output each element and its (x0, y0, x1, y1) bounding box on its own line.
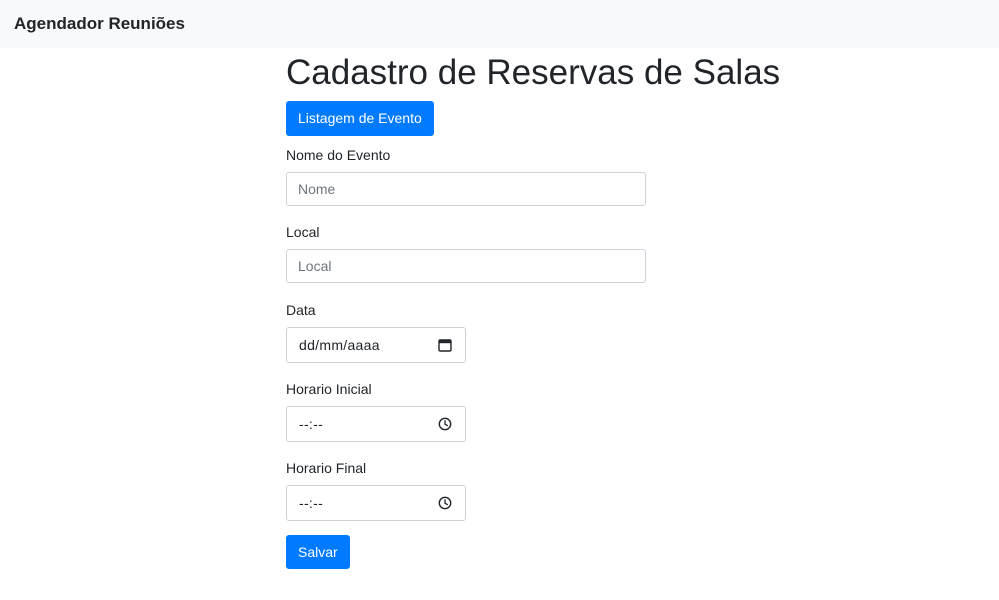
form-actions: Salvar (286, 535, 786, 569)
location-label: Local (286, 224, 320, 240)
save-button[interactable]: Salvar (286, 535, 350, 569)
event-name-group: Nome do Evento (286, 146, 786, 206)
page-title: Cadastro de Reservas de Salas (286, 53, 781, 92)
date-label: Data (286, 302, 316, 318)
navbar: Agendador Reuniões (0, 0, 999, 48)
event-list-button[interactable]: Listagem de Evento (286, 101, 434, 136)
end-time-input[interactable]: --:-- (286, 485, 466, 521)
event-name-label: Nome do Evento (286, 147, 391, 163)
navbar-brand[interactable]: Agendador Reuniões (14, 14, 185, 34)
calendar-icon[interactable] (438, 338, 452, 352)
clock-icon[interactable] (438, 496, 452, 510)
end-time-label: Horario Final (286, 460, 367, 476)
event-name-input[interactable] (286, 172, 646, 206)
main-content: Cadastro de Reservas de Salas Listagem d… (286, 52, 786, 569)
date-input[interactable]: dd/mm/aaaa (286, 327, 466, 363)
end-time-value: --:-- (299, 495, 324, 511)
location-input[interactable] (286, 249, 646, 283)
clock-icon[interactable] (438, 417, 452, 431)
location-group: Local (286, 223, 786, 283)
start-time-group: Horario Inicial --:-- (286, 380, 786, 442)
start-time-input[interactable]: --:-- (286, 406, 466, 442)
start-time-value: --:-- (299, 416, 324, 432)
end-time-group: Horario Final --:-- (286, 459, 786, 521)
date-input-value: dd/mm/aaaa (299, 337, 380, 353)
date-group: Data dd/mm/aaaa (286, 301, 786, 363)
start-time-label: Horario Inicial (286, 381, 372, 397)
